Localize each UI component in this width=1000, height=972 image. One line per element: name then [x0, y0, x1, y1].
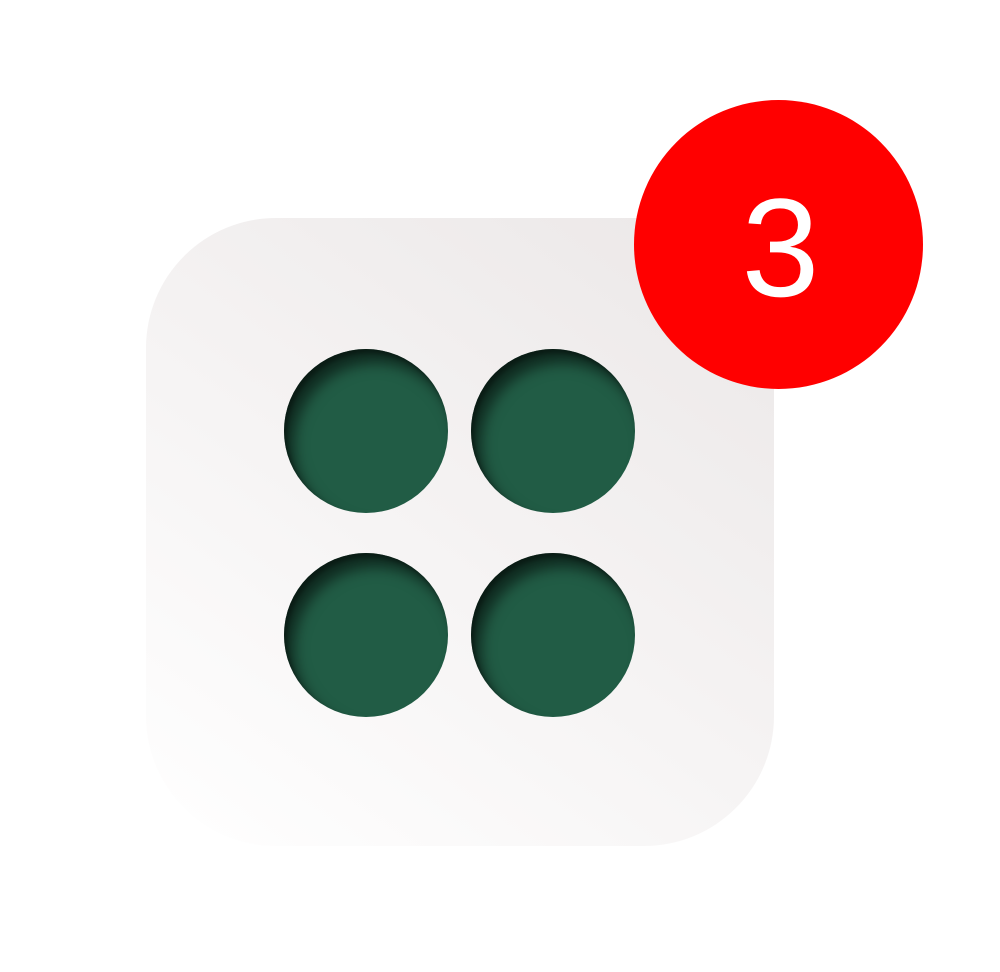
notification-badge[interactable]: 3	[634, 100, 923, 389]
grid-dot-bottom-left	[284, 553, 448, 717]
grid-dot-top-right	[471, 349, 635, 513]
grid-dot-bottom-right	[471, 553, 635, 717]
notification-count: 3	[741, 168, 820, 326]
grid-dot-top-left	[284, 349, 448, 513]
app-icon-canvas: 3	[0, 0, 1000, 972]
